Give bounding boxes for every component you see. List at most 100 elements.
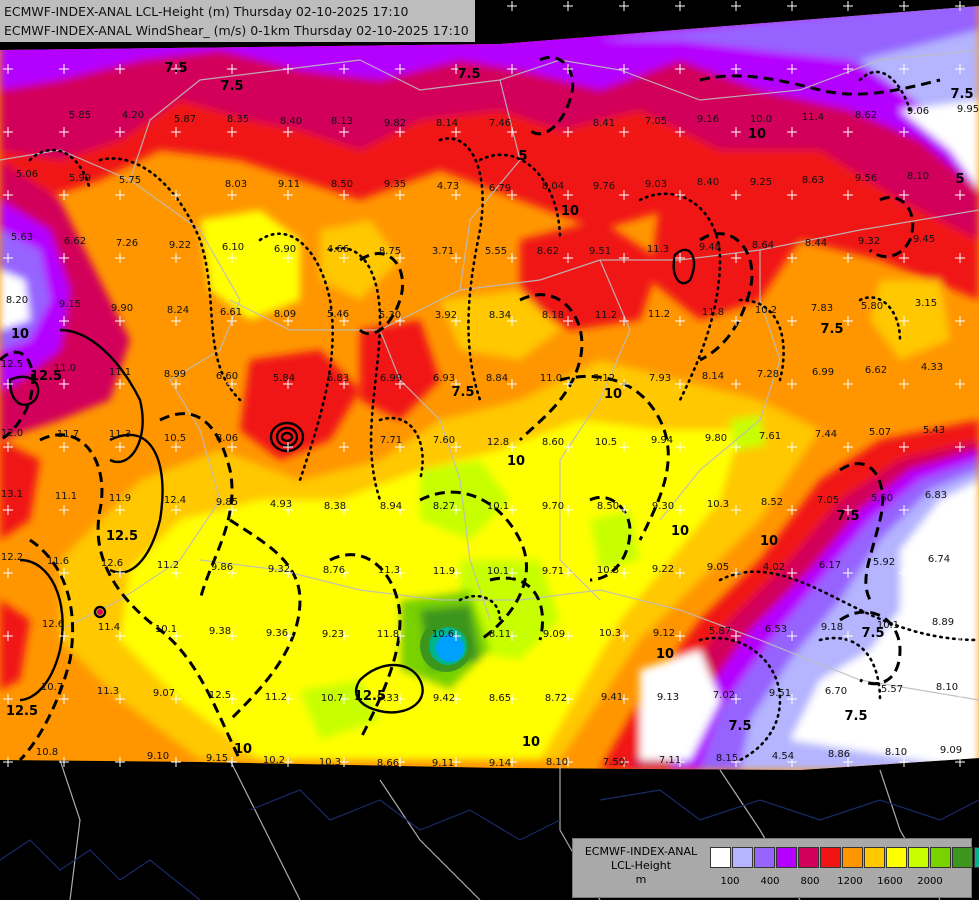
contour-label: 12.5 — [354, 689, 386, 704]
grid-value: 9.32 — [268, 564, 290, 575]
grid-value: 9.05 — [707, 562, 729, 573]
grid-value: 10.6 — [432, 629, 454, 640]
grid-value: 5.85 — [69, 110, 91, 121]
header-line-1: ECMWF-INDEX-ANAL LCL-Height (m) Thursday… — [4, 4, 409, 19]
legend-tick: 1600 — [877, 876, 903, 887]
grid-value: 6.79 — [489, 183, 511, 194]
grid-value: 9.42 — [433, 693, 455, 704]
grid-value: 12.0 — [1, 428, 23, 439]
grid-value: 4.66 — [327, 244, 349, 255]
grid-value: 9.14 — [489, 758, 511, 769]
grid-value: 9.18 — [821, 622, 843, 633]
grid-value: 11.9 — [109, 493, 131, 504]
legend-swatches — [710, 847, 979, 868]
grid-value: 10.5 — [164, 433, 186, 444]
grid-value: 11.1 — [55, 491, 77, 502]
contour-label: 7.5 — [728, 719, 751, 734]
contour-label: 7.5 — [820, 322, 843, 337]
contour-label: 10 — [561, 204, 579, 219]
legend-title: ECMWF-INDEX-ANAL LCL-Height m — [579, 845, 703, 887]
grid-value: 7.60 — [433, 435, 455, 446]
grid-value: 9.56 — [855, 173, 877, 184]
grid-value: 7.93 — [649, 373, 671, 384]
grid-value: 7.05 — [817, 495, 839, 506]
grid-value: 9.38 — [209, 626, 231, 637]
grid-value: 9.71 — [542, 566, 564, 577]
grid-value: 11.4 — [802, 112, 824, 123]
grid-value: 5.87 — [174, 114, 196, 125]
grid-value: 8.20 — [6, 295, 28, 306]
grid-value: 9.03 — [645, 179, 667, 190]
grid-value: 8.62 — [537, 246, 559, 257]
grid-value: 7.11 — [659, 755, 681, 766]
legend-tick: 800 — [800, 876, 820, 887]
grid-value: 9.12 — [653, 628, 675, 639]
grid-value: 9.76 — [593, 181, 615, 192]
contour-label: 10 — [604, 387, 622, 402]
grid-value: 4.02 — [763, 562, 785, 573]
grid-value: 8.10 — [885, 747, 907, 758]
grid-value: 9.80 — [705, 433, 727, 444]
grid-value: 13.1 — [1, 489, 23, 500]
contour-label: 7.5 — [861, 626, 884, 641]
legend-ticks: 100 400 800 1200 1600 2000 — [710, 876, 950, 890]
grid-value: 9.16 — [697, 114, 719, 125]
grid-value: 10.1 — [487, 501, 509, 512]
grid-value: 10.3 — [707, 499, 729, 510]
contour-label: 5 — [955, 172, 964, 187]
grid-value: 4.33 — [921, 362, 943, 373]
grid-value: 8.10 — [546, 757, 568, 768]
grid-value: 11.8 — [377, 629, 399, 640]
grid-value: 12.8 — [487, 437, 509, 448]
legend-tick: 2000 — [917, 876, 943, 887]
contour-label: 5 — [518, 149, 527, 164]
grid-value: 12.4 — [164, 495, 186, 506]
grid-value: 6.62 — [64, 236, 86, 247]
grid-value: 11.2 — [648, 309, 670, 320]
contour-label: 7.5 — [457, 67, 480, 82]
grid-value: 10.7 — [41, 682, 63, 693]
grid-value: 6.61 — [220, 307, 242, 318]
contour-label: 7.5 — [220, 79, 243, 94]
legend-swatch — [864, 847, 885, 868]
legend-swatch — [820, 847, 841, 868]
grid-value: 8.41 — [593, 118, 615, 129]
grid-value: 10.2 — [263, 755, 285, 766]
grid-value: 8.40 — [280, 116, 302, 127]
grid-value: 9.32 — [858, 236, 880, 247]
grid-value: 7.02 — [713, 690, 735, 701]
grid-value: 12.6 — [42, 619, 64, 630]
grid-value: 5.92 — [873, 557, 895, 568]
grid-value: 12.6 — [101, 558, 123, 569]
contour-label: 12.5 — [30, 369, 62, 384]
grid-value: 8.62 — [855, 110, 877, 121]
grid-value: 9.48 — [699, 242, 721, 253]
grid-value: 8.38 — [324, 501, 346, 512]
grid-value: 8.94 — [380, 501, 402, 512]
grid-value: 5.06 — [16, 169, 38, 180]
grid-value: 11.3 — [97, 686, 119, 697]
grid-value: 8.63 — [802, 175, 824, 186]
grid-value: 5.55 — [485, 246, 507, 257]
grid-value: 9.41 — [601, 692, 623, 703]
grid-value: 11.3 — [647, 244, 669, 255]
grid-value: 6.70 — [825, 686, 847, 697]
grid-value: 10.1 — [487, 566, 509, 577]
grid-value: 8.04 — [542, 181, 564, 192]
grid-value: 8.06 — [216, 433, 238, 444]
grid-value: 10.2 — [755, 305, 777, 316]
grid-value: 9.10 — [147, 751, 169, 762]
grid-value: 11.6 — [47, 556, 69, 567]
legend-tick: 1200 — [837, 876, 863, 887]
map-header: ECMWF-INDEX-ANAL LCL-Height (m) Thursday… — [0, 0, 475, 42]
grid-value: 9.45 — [913, 234, 935, 245]
grid-value: 8.75 — [379, 246, 401, 257]
grid-value: 9.06 — [907, 106, 929, 117]
grid-value: 11.4 — [98, 622, 120, 633]
grid-value: 7.83 — [811, 303, 833, 314]
grid-value: 7.50 — [603, 757, 625, 768]
legend-swatch — [754, 847, 775, 868]
legend-line-3: m — [635, 873, 647, 886]
grid-value: 5.30 — [379, 310, 401, 321]
grid-value: 10.3 — [597, 565, 619, 576]
